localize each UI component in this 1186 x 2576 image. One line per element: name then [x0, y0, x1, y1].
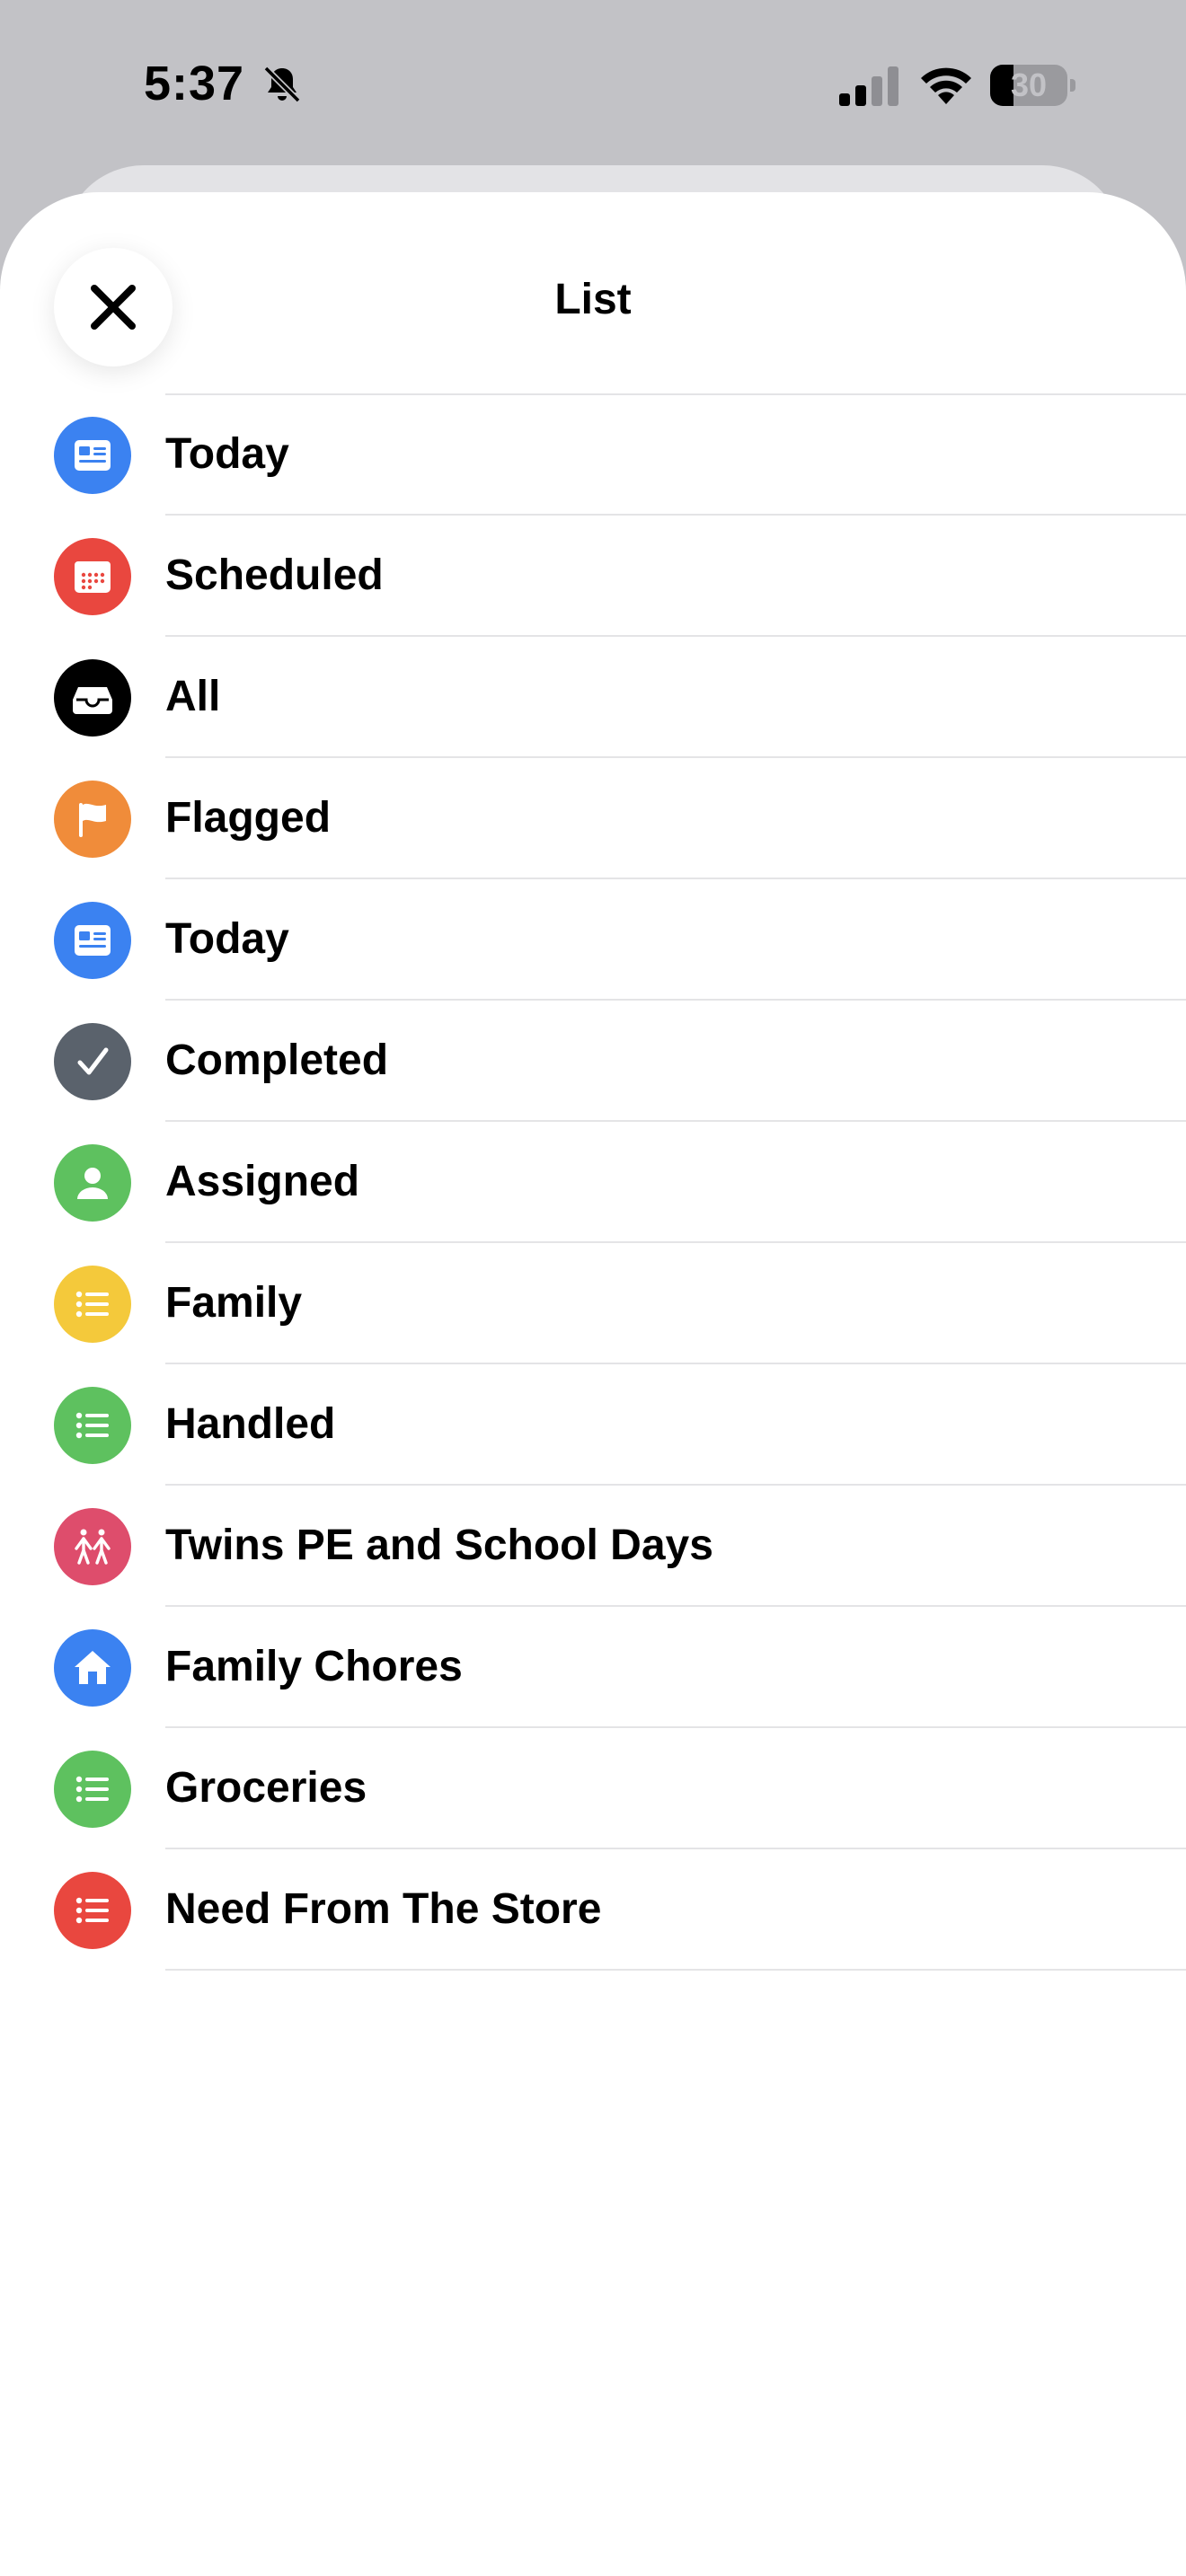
- list-item-flagged[interactable]: Flagged: [0, 758, 1186, 879]
- list-item-label: All: [165, 673, 221, 720]
- list-item-completed[interactable]: Completed: [0, 1001, 1186, 1122]
- list-item-need-from-the-store[interactable]: Need From The Store: [0, 1849, 1186, 1971]
- list-options: Today Scheduled All Flagged Today Completed As…: [0, 394, 1186, 1971]
- sheet-title: List: [554, 276, 632, 323]
- calendar-icon: [54, 538, 131, 615]
- status-time: 5:37: [144, 57, 245, 110]
- list-bullet-icon: [54, 1266, 131, 1343]
- list-picker-sheet: List Today Scheduled All Flagged Today Comple…: [0, 192, 1186, 2576]
- battery-level: 30: [1010, 66, 1048, 103]
- flag-icon: [54, 781, 131, 858]
- list-item-label: Need From The Store: [165, 1885, 602, 1933]
- list-item-label: Assigned: [165, 1158, 360, 1205]
- list-item-today[interactable]: Today: [0, 879, 1186, 1001]
- person-icon: [54, 1144, 131, 1222]
- list-bullet-icon: [54, 1751, 131, 1828]
- list-item-label: Handled: [165, 1400, 336, 1448]
- list-item-all[interactable]: All: [0, 637, 1186, 758]
- list-item-handled[interactable]: Handled: [0, 1364, 1186, 1486]
- list-item-groceries[interactable]: Groceries: [0, 1728, 1186, 1849]
- house-icon: [54, 1629, 131, 1707]
- checkmark-icon: [54, 1023, 131, 1100]
- tray-icon: [54, 659, 131, 737]
- list-item-label: Family: [165, 1279, 303, 1327]
- status-bar: 5:37 30: [0, 0, 1186, 171]
- two-people-icon: [54, 1508, 131, 1585]
- list-item-twins-pe-and-school-days[interactable]: Twins PE and School Days: [0, 1486, 1186, 1607]
- list-item-label: Twins PE and School Days: [165, 1522, 713, 1569]
- list-item-family[interactable]: Family: [0, 1243, 1186, 1364]
- battery-nub: [1070, 79, 1075, 92]
- battery-body: 30: [990, 65, 1067, 106]
- wifi-icon: [921, 67, 971, 104]
- list-item-label: Groceries: [165, 1764, 367, 1812]
- list-item-family-chores[interactable]: Family Chores: [0, 1607, 1186, 1728]
- list-bullet-icon: [54, 1872, 131, 1949]
- list-item-assigned[interactable]: Assigned: [0, 1122, 1186, 1243]
- list-item-label: Completed: [165, 1037, 389, 1084]
- battery-indicator: 30: [990, 65, 1076, 106]
- list-item-label: Flagged: [165, 794, 332, 842]
- list-bullet-icon: [54, 1387, 131, 1464]
- bell-slash-icon: [263, 66, 301, 103]
- today-icon: [54, 417, 131, 494]
- list-item-today[interactable]: Today: [0, 394, 1186, 516]
- list-item-label: Today: [165, 915, 289, 963]
- list-item-scheduled[interactable]: Scheduled: [0, 516, 1186, 637]
- list-item-label: Scheduled: [165, 551, 384, 599]
- divider: [165, 1969, 1186, 1971]
- today-icon: [54, 902, 131, 979]
- list-item-label: Today: [165, 430, 289, 478]
- list-item-label: Family Chores: [165, 1643, 463, 1690]
- cellular-signal-icon: [839, 66, 898, 106]
